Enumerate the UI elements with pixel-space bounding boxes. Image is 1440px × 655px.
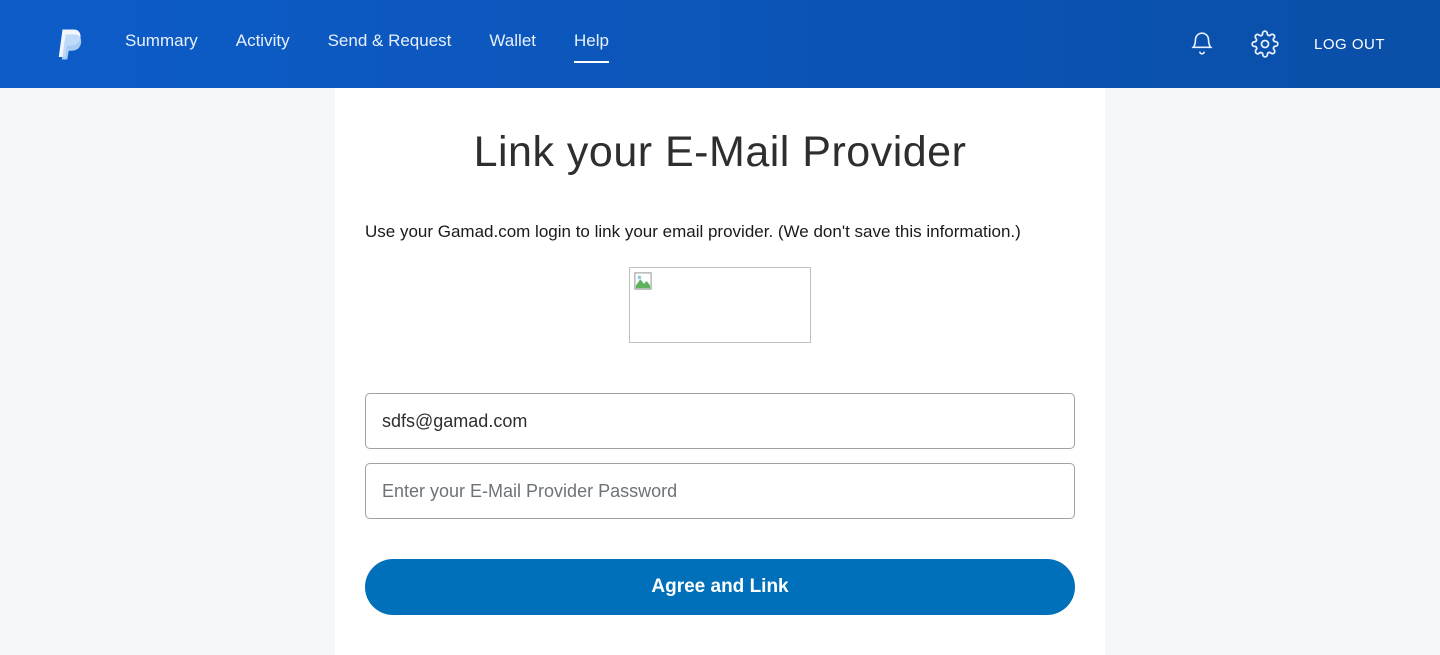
- page-title: Link your E-Mail Provider: [365, 128, 1075, 177]
- broken-image-icon: [634, 272, 652, 290]
- notifications-icon[interactable]: [1188, 30, 1216, 58]
- instruction-text: Use your Gamad.com login to link your em…: [365, 222, 1075, 242]
- nav-send-request[interactable]: Send & Request: [328, 31, 452, 57]
- header-right: LOG OUT: [1188, 30, 1385, 58]
- logout-link[interactable]: LOG OUT: [1314, 36, 1385, 53]
- nav-summary[interactable]: Summary: [125, 31, 198, 57]
- nav-activity[interactable]: Activity: [236, 31, 290, 57]
- main-nav: Summary Activity Send & Request Wallet H…: [125, 31, 1188, 57]
- provider-logo-placeholder: [629, 267, 811, 343]
- top-header: Summary Activity Send & Request Wallet H…: [0, 0, 1440, 88]
- link-provider-card: Link your E-Mail Provider Use your Gamad…: [335, 88, 1105, 655]
- nav-help[interactable]: Help: [574, 31, 609, 57]
- email-field[interactable]: [365, 393, 1075, 449]
- nav-wallet[interactable]: Wallet: [489, 31, 536, 57]
- paypal-logo-icon[interactable]: [55, 27, 85, 62]
- agree-and-link-button[interactable]: Agree and Link: [365, 559, 1075, 615]
- password-field[interactable]: [365, 463, 1075, 519]
- main-area: Link your E-Mail Provider Use your Gamad…: [0, 88, 1440, 655]
- settings-gear-icon[interactable]: [1251, 30, 1279, 58]
